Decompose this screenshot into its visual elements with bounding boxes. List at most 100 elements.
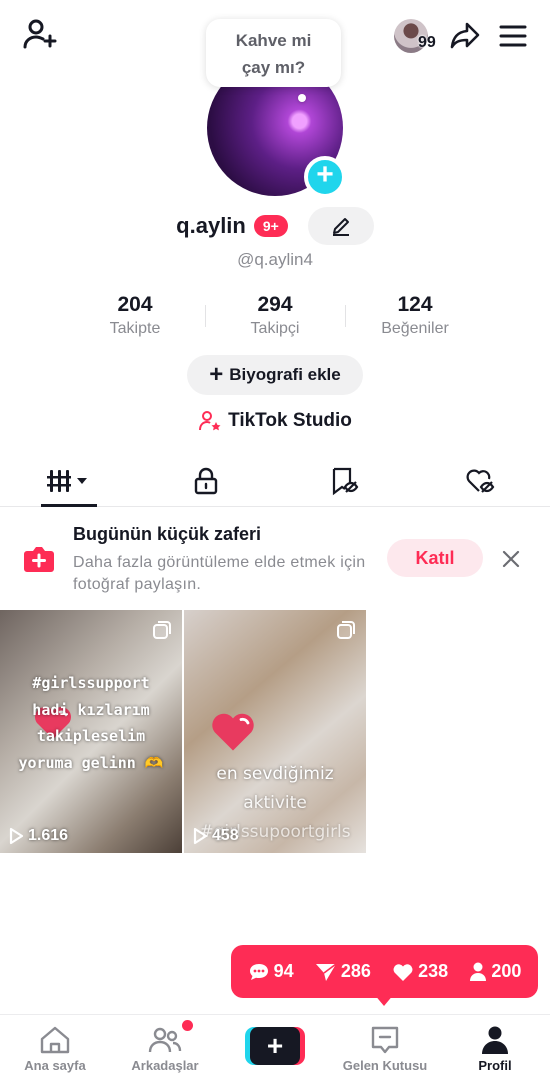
- note-text-line1: Kahve mi: [235, 31, 312, 50]
- notification-badge[interactable]: 9+: [253, 215, 288, 237]
- name-row: q.aylin 9+: [0, 206, 550, 246]
- heart-sticker-icon: [212, 713, 254, 751]
- profile-tabs: [0, 455, 550, 507]
- nav-home[interactable]: Ana sayfa: [0, 1015, 110, 1080]
- profile-stats: 204 Takipte 294 Takipçi 124 Beğeniler: [65, 293, 485, 345]
- daily-challenge-banner: Bugünün küçük zaferi Daha fazla görüntül…: [0, 510, 550, 608]
- play-icon: [9, 827, 24, 845]
- note-bubble[interactable]: Kahve mi çay mı?: [206, 19, 341, 87]
- join-button[interactable]: Katıl: [387, 539, 483, 577]
- tab-private[interactable]: [138, 455, 276, 506]
- view-count-value: 458: [212, 827, 239, 844]
- share-arrow-icon: [450, 22, 480, 49]
- stat-following[interactable]: 204 Takipte: [65, 293, 205, 345]
- camera-plus-icon: [24, 547, 54, 572]
- add-friend-button[interactable]: [18, 14, 62, 54]
- tab-liked[interactable]: [413, 455, 550, 506]
- header-actions: 99: [394, 14, 530, 58]
- heart-icon: [393, 963, 413, 981]
- plus-icon: +: [250, 1027, 300, 1065]
- stat-label: Takipte: [109, 320, 161, 337]
- person-plus-icon: [23, 19, 57, 49]
- stat-likes[interactable]: 124 Beğeniler: [345, 293, 485, 345]
- create-button[interactable]: +: [245, 1027, 305, 1065]
- activity-toast[interactable]: 94 286 238 200: [231, 945, 538, 998]
- friends-icon: [148, 1027, 182, 1053]
- note-bubble-tail: [298, 94, 306, 102]
- studio-label: TikTok Studio: [228, 410, 352, 431]
- video-thumbnail[interactable]: en sevdiğimiz aktivite #girlssupoortgirl…: [184, 610, 366, 853]
- close-icon: [502, 550, 520, 568]
- inbox-icon: [371, 1026, 399, 1054]
- stat-value: 294: [257, 293, 293, 316]
- tab-videos[interactable]: [0, 455, 138, 507]
- toast-comments: 94: [248, 961, 294, 982]
- lock-icon: [195, 467, 218, 494]
- bookmark-hidden-icon: [332, 467, 359, 495]
- toast-tail: [374, 994, 394, 1006]
- user-handle: @q.aylin4: [237, 250, 313, 269]
- nav-inbox-label: Gelen Kutusu: [342, 1058, 428, 1073]
- tab-favorites[interactable]: [275, 455, 413, 506]
- stat-value: 204: [117, 293, 153, 316]
- toast-followers: 200: [469, 961, 521, 982]
- view-count-value: 1.616: [28, 827, 69, 844]
- heart-hidden-icon: [466, 469, 495, 493]
- profile-icon: [482, 1026, 508, 1054]
- video-thumbnail[interactable]: #girlssupport hadi kızlarım takipleselim…: [0, 610, 182, 853]
- caption-line: yoruma gelinn 🫶: [18, 753, 164, 772]
- nav-friends[interactable]: Arkadaşlar: [110, 1015, 220, 1080]
- toast-likes: 238: [392, 961, 448, 982]
- hamburger-menu-icon: [499, 25, 527, 47]
- person-star-icon: [199, 411, 221, 431]
- view-count: 1.616: [8, 827, 68, 845]
- story-avatar[interactable]: 99: [394, 19, 436, 53]
- nav-profile-label: Profil: [478, 1058, 512, 1073]
- nav-create[interactable]: +: [220, 1015, 330, 1080]
- banner-title: Bugünün küçük zaferi: [73, 524, 262, 544]
- person-icon: [470, 962, 487, 981]
- story-count: 99: [418, 34, 436, 51]
- send-icon: [315, 962, 337, 981]
- share-button[interactable]: [448, 19, 482, 53]
- toast-shares-value: 286: [340, 961, 371, 981]
- grid-columns-icon: [46, 469, 87, 492]
- home-icon: [40, 1026, 70, 1054]
- friends-notification-dot: [182, 1020, 193, 1031]
- plus-icon: +: [209, 361, 224, 388]
- stat-value: 124: [397, 293, 433, 316]
- toast-shares: 286: [315, 961, 371, 982]
- nav-profile[interactable]: Profil: [440, 1015, 550, 1080]
- view-count: 458: [192, 827, 239, 845]
- pencil-icon: [332, 218, 349, 236]
- stat-label: Beğeniler: [381, 320, 449, 337]
- stat-label: Takipçi: [250, 320, 300, 337]
- multi-photo-icon: [337, 621, 355, 639]
- caption-line: hadi kızlarım: [32, 700, 150, 719]
- caption-line: #girlssupport: [32, 674, 150, 692]
- add-bio-label: Biyografi ekle: [229, 365, 341, 384]
- add-bio-button[interactable]: + Biyografi ekle: [187, 355, 363, 395]
- caption-line: en sevdiğimiz: [216, 764, 334, 784]
- nav-inbox[interactable]: Gelen Kutusu: [330, 1015, 440, 1080]
- caption-line: takipleselim: [36, 727, 146, 745]
- bottom-navigation: Ana sayfa Arkadaşlar + Gelen Kutusu Prof…: [0, 1014, 550, 1080]
- menu-button[interactable]: [496, 19, 530, 53]
- video-caption-overlay: #girlssupport hadi kızlarım takipleselim…: [0, 670, 182, 776]
- caption-line: aktivite: [243, 793, 307, 813]
- toast-likes-value: 238: [418, 961, 449, 981]
- multi-photo-icon: [153, 621, 171, 639]
- nav-friends-label: Arkadaşlar: [131, 1058, 199, 1073]
- comment-icon: [249, 963, 268, 980]
- toast-followers-value: 200: [491, 961, 522, 981]
- add-story-plus-icon[interactable]: +: [304, 156, 346, 198]
- play-icon: [193, 827, 208, 845]
- stat-followers[interactable]: 294 Takipçi: [205, 293, 345, 345]
- username: q.aylin: [176, 213, 246, 238]
- edit-profile-button[interactable]: [307, 207, 374, 245]
- toast-comments-value: 94: [273, 961, 294, 981]
- nav-home-label: Ana sayfa: [24, 1058, 86, 1073]
- close-banner-button[interactable]: [496, 544, 526, 574]
- tiktok-studio-link[interactable]: TikTok Studio: [0, 410, 550, 432]
- note-text-line2: çay mı?: [241, 58, 306, 77]
